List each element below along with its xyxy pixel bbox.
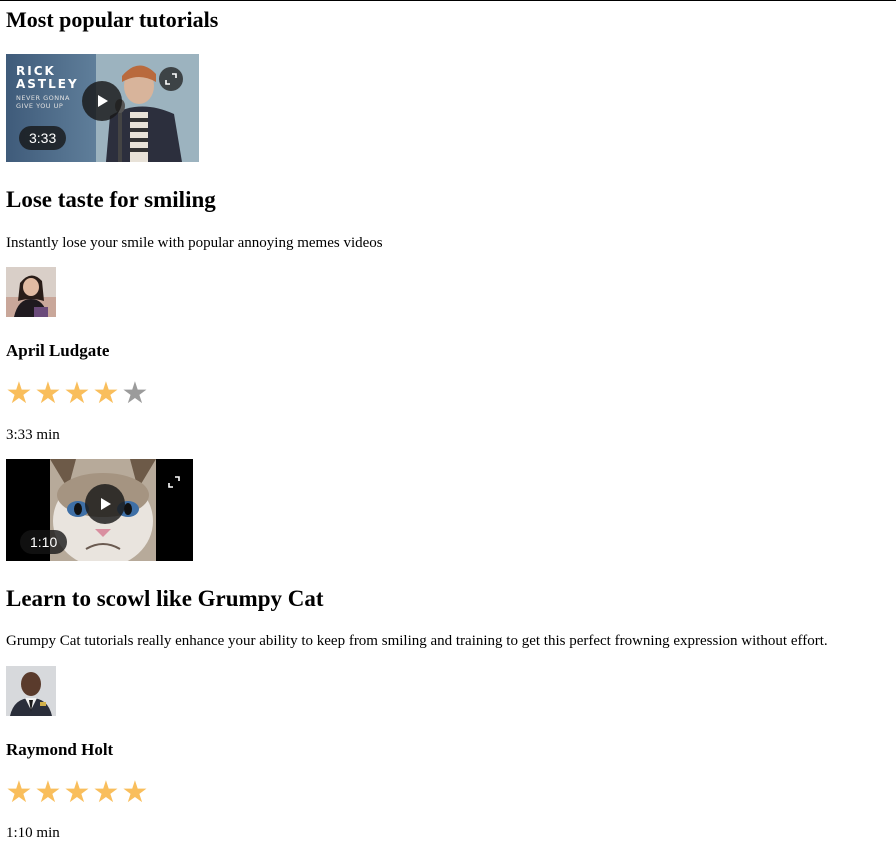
card-title: Lose taste for smiling — [6, 187, 216, 212]
video-thumbnail-grumpy-cat[interactable]: 1:10 — [6, 459, 193, 561]
star-filled-icon: ★ — [63, 376, 91, 411]
star-filled-icon: ★ — [5, 775, 33, 810]
april-ludgate-avatar-image — [6, 267, 56, 317]
star-filled-icon: ★ — [92, 376, 120, 411]
author-name: Raymond Holt — [6, 740, 114, 759]
video-duration: 3:33 min — [6, 427, 60, 443]
star-filled-icon: ★ — [34, 775, 62, 810]
star-filled-icon: ★ — [92, 775, 120, 810]
video-duration: 1:10 min — [6, 825, 60, 841]
play-icon — [98, 95, 108, 107]
video-time-badge: 3:33 — [19, 126, 67, 150]
thumbnail-subtitle-line1: NEVER GONNA — [16, 94, 70, 102]
star-filled-icon: ★ — [63, 775, 91, 810]
star-filled-icon: ★ — [5, 376, 33, 411]
author-name: April Ludgate — [6, 341, 110, 360]
play-button[interactable] — [85, 484, 125, 524]
star-rating: ★ ★ ★ ★ ★ — [4, 379, 149, 409]
raymond-holt-avatar-image — [6, 666, 56, 716]
star-filled-icon: ★ — [121, 775, 149, 810]
expand-icon — [165, 73, 177, 85]
expand-icon — [168, 476, 180, 488]
expand-button[interactable] — [162, 470, 186, 494]
play-icon — [101, 498, 111, 510]
avatar — [6, 267, 56, 317]
avatar — [6, 666, 56, 716]
thumbnail-title-line2: ASTLEY — [16, 77, 79, 91]
play-button[interactable] — [82, 81, 122, 121]
video-thumbnail-rick-astley[interactable]: RICK ASTLEY NEVER GONNA GIVE YOU UP 3:33 — [6, 54, 199, 162]
star-rating: ★ ★ ★ ★ ★ — [4, 778, 149, 808]
card-description: Grumpy Cat tutorials really enhance your… — [6, 633, 828, 649]
card-description: Instantly lose your smile with popular a… — [6, 235, 383, 251]
card-title: Learn to scowl like Grumpy Cat — [6, 586, 324, 611]
star-empty-icon: ★ — [121, 376, 149, 411]
section-title: Most popular tutorials — [6, 7, 219, 32]
expand-button[interactable] — [159, 67, 183, 91]
thumbnail-subtitle-line2: GIVE YOU UP — [16, 102, 63, 110]
star-filled-icon: ★ — [34, 376, 62, 411]
thumbnail-title-line1: RICK — [16, 64, 56, 78]
video-time-badge: 1:10 — [20, 530, 68, 554]
